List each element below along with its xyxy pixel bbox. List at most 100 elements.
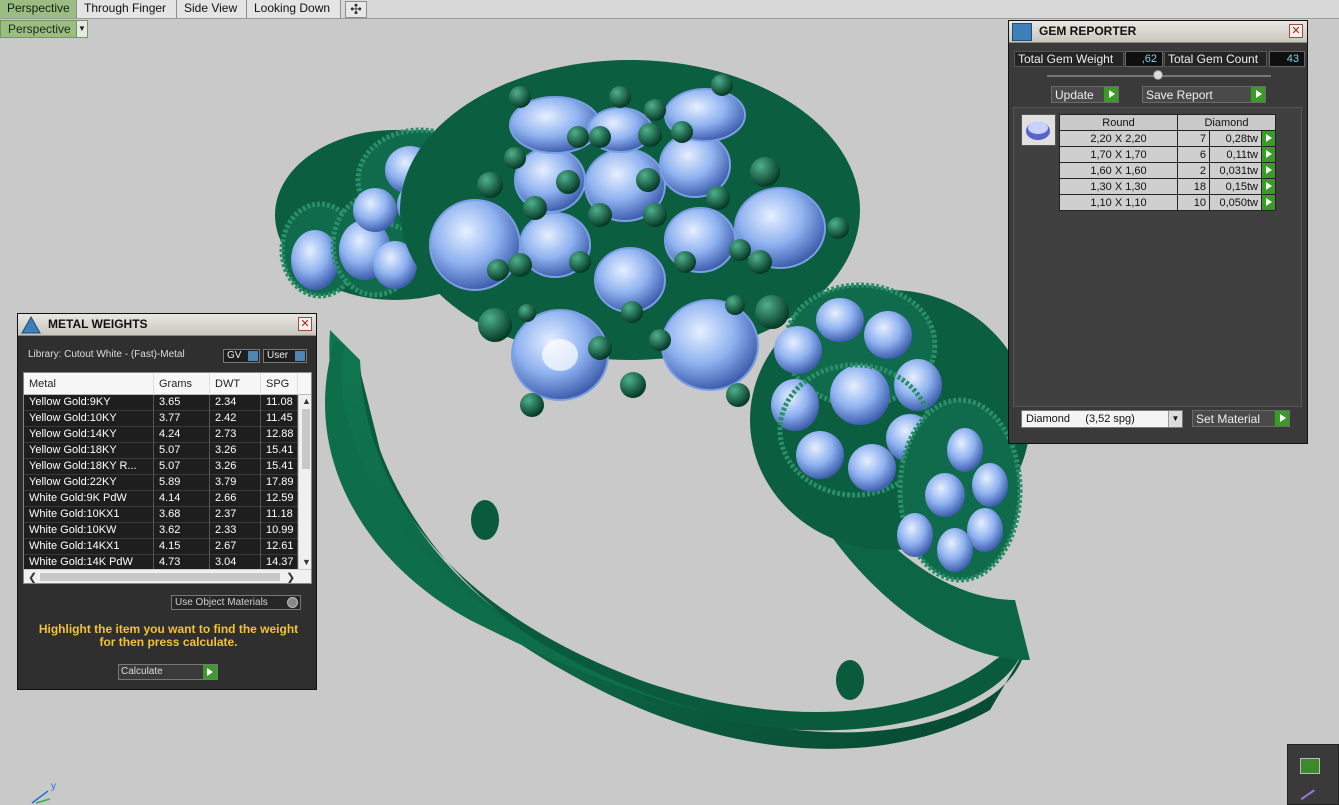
table-header-row: Round Diamond [1059,114,1276,131]
metal-cell-grams: 5.07 [154,459,210,475]
row-go-button[interactable] [1261,194,1276,211]
total-gem-count-label: Total Gem Count [1164,51,1267,67]
metal-cell-metal: Yellow Gold:22KY [24,475,154,491]
scroll-down-icon[interactable]: ▼ [302,557,311,567]
gem-size: 1,70 X 1,70 [1059,146,1178,163]
gem-weight: 0,031tw [1209,162,1262,179]
column-header-spg[interactable]: SPG [261,373,298,395]
metal-cell-grams: 3.65 [154,395,210,411]
update-label: Update [1055,88,1094,102]
table-row[interactable]: White Gold:9K PdW 4.14 2.66 12.59 [24,491,298,507]
metal-cell-spg: 15.41 [261,443,298,459]
gem-count: 7 [1177,130,1210,147]
gem-size: 1,60 X 1,60 [1059,162,1178,179]
library-label: Library: Cutout White - (Fast)-Metal [28,349,185,360]
update-button[interactable]: Update [1051,86,1119,103]
calculate-button[interactable]: Calculate [118,664,218,680]
scroll-left-icon[interactable]: ❮ [28,571,37,583]
metal-cell-dwt: 2.42 [210,411,261,427]
metal-cell-grams: 5.07 [154,443,210,459]
metal-cell-spg: 11.08 [261,395,298,411]
set-material-button[interactable]: Set Material [1192,410,1290,427]
row-go-button[interactable] [1261,162,1276,179]
scroll-up-icon[interactable]: ▲ [302,396,311,406]
save-report-label: Save Report [1146,88,1213,102]
metal-weights-titlebar[interactable]: METAL WEIGHTS ✕ [18,314,316,336]
tab-looking-down[interactable]: Looking Down [247,0,341,18]
calculate-label: Calculate [121,666,163,677]
chevron-down-icon[interactable]: ▼ [76,21,87,37]
material-select[interactable]: Diamond (3,52 spg) ▼ [1021,410,1183,428]
side-tool-strip [1287,744,1339,805]
close-icon[interactable]: ✕ [1289,24,1303,38]
table-row[interactable]: 1,30 X 1,30 18 0,15tw [1059,178,1276,195]
row-go-button[interactable] [1261,146,1276,163]
metal-cell-metal: Yellow Gold:14KY [24,427,154,443]
gem-reporter-title: GEM REPORTER [1039,24,1137,38]
chevron-down-icon[interactable]: ▼ [1168,411,1182,427]
use-object-materials-toggle[interactable]: Use Object Materials [171,595,301,610]
metal-cell-dwt: 2.73 [210,427,261,443]
metal-cell-metal: White Gold:10KX1 [24,507,154,523]
gv-label: GV [227,350,242,361]
table-row[interactable]: Yellow Gold:18KY 5.07 3.26 15.41 [24,443,298,459]
column-header-stone: Diamond [1177,114,1276,131]
row-go-button[interactable] [1261,130,1276,147]
axis-y-label: y [51,781,56,792]
gv-toggle[interactable]: GV [223,349,260,363]
scroll-thumb[interactable] [302,409,310,469]
tab-through-finger[interactable]: Through Finger [77,0,177,18]
table-row[interactable]: White Gold:14KX1 4.15 2.67 12.61 [24,539,298,555]
column-header-dwt[interactable]: DWT [210,373,261,395]
gem-reporter-titlebar[interactable]: GEM REPORTER ✕ [1009,21,1307,43]
viewport-mode-label: Perspective [8,22,71,36]
column-header-grams[interactable]: Grams [154,373,210,395]
radio-icon [287,597,298,608]
tab-perspective[interactable]: Perspective [0,0,77,18]
metal-table: Metal Grams DWT SPG Yellow Gold:9KY 3.65 2… [23,372,312,584]
close-icon[interactable]: ✕ [298,317,312,331]
table-row[interactable]: Yellow Gold:22KY 5.89 3.79 17.89 [24,475,298,491]
metal-cell-grams: 4.14 [154,491,210,507]
metal-weights-icon [20,315,42,335]
table-row[interactable]: 1,10 X 1,10 10 0,050tw [1059,194,1276,211]
round-diamond-icon[interactable] [1021,114,1056,146]
metal-cell-dwt: 3.26 [210,443,261,459]
metal-cell-metal: White Gold:9K PdW [24,491,154,507]
metal-cell-metal: Yellow Gold:18KY R... [24,459,154,475]
table-row[interactable]: 1,60 X 1,60 2 0,031tw [1059,162,1276,179]
table-row[interactable]: Yellow Gold:9KY 3.65 2.34 11.08 [24,395,298,411]
nvidia-icon[interactable] [1300,758,1320,774]
user-toggle[interactable]: User [263,349,307,363]
table-row[interactable]: Yellow Gold:10KY 3.77 2.42 11.45 [24,411,298,427]
total-gem-weight-label: Total Gem Weight [1014,51,1124,67]
column-header-metal[interactable]: Metal [24,373,154,395]
table-row[interactable]: Yellow Gold:18KY R... 5.07 3.26 15.41 [24,459,298,475]
table-row[interactable]: Yellow Gold:14KY 4.24 2.73 12.88 [24,427,298,443]
row-go-button[interactable] [1261,178,1276,195]
metal-cell-metal: White Gold:14KX1 [24,539,154,555]
viewport-mode-select[interactable]: Perspective ▼ [0,20,88,38]
horizontal-scrollbar[interactable]: ❮ ❯ [24,569,311,583]
metal-cell-spg: 12.61 [261,539,298,555]
scroll-thumb[interactable] [40,573,280,581]
metal-cell-grams: 3.77 [154,411,210,427]
gem-weight: 0,050tw [1209,194,1262,211]
metal-weights-panel: METAL WEIGHTS ✕ Library: Cutout White - … [17,313,317,690]
scroll-right-icon[interactable]: ❯ [286,571,295,583]
metal-cell-spg: 10.99 [261,523,298,539]
gem-reporter-icon [1012,23,1032,41]
tab-side-view[interactable]: Side View [177,0,247,18]
table-row[interactable]: White Gold:10KX1 3.68 2.37 11.18 [24,507,298,523]
save-report-button[interactable]: Save Report [1142,86,1266,103]
vertical-scrollbar[interactable]: ▲ ▼ [298,395,311,569]
gem-size-table: Round Diamond 2,20 X 2,20 7 0,28tw 1,70 … [1059,114,1276,211]
table-row[interactable]: White Gold:10KW 3.62 2.33 10.99 [24,523,298,539]
slider-handle[interactable] [1153,70,1163,80]
pen-tool-icon[interactable] [1300,789,1320,805]
instruction-line-2: for then press calculate. [99,635,238,649]
add-tab-button[interactable]: ✣ [345,1,367,18]
table-row[interactable]: 1,70 X 1,70 6 0,11tw [1059,146,1276,163]
table-row[interactable]: 2,20 X 2,20 7 0,28tw [1059,130,1276,147]
play-arrow-icon [1103,87,1118,102]
